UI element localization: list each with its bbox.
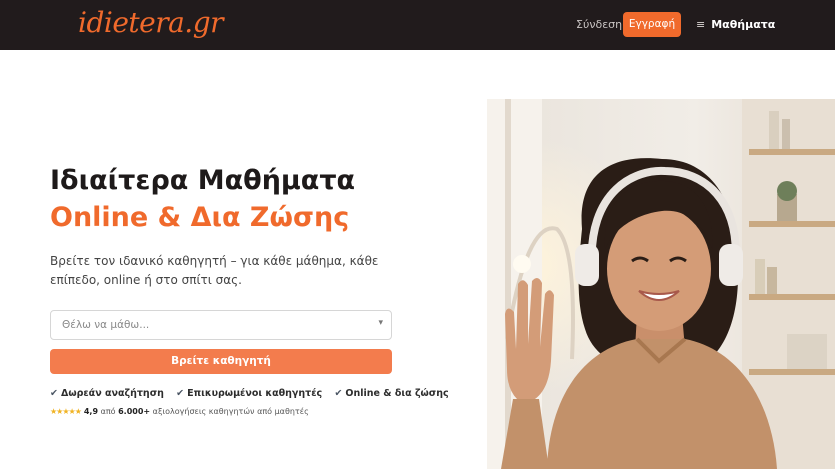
subjects-label: Μαθήματα <box>711 18 776 31</box>
hero-photo-student-headphones <box>487 99 835 469</box>
rating-suffix: αξιολογήσεις καθηγητών από μαθητές <box>152 407 309 416</box>
rating-count: 6.000+ <box>118 407 151 416</box>
hero-subtitle: Βρείτε τον ιδανικό καθηγητή – για κάθε μ… <box>50 254 379 287</box>
site-logo[interactable]: idietera.gr <box>78 6 224 39</box>
check-icon: ✔ <box>176 388 185 399</box>
rating-score: 4,9 <box>83 407 99 416</box>
star-rating-icon: ★★★★★ <box>50 407 82 416</box>
check-icon: ✔ <box>334 388 343 399</box>
register-button[interactable]: Εγγραφή <box>623 12 681 37</box>
feature-item: ✔ Δωρεάν αναζήτηση <box>50 388 164 399</box>
check-icon: ✔ <box>50 388 58 399</box>
rating-from: από <box>100 407 116 416</box>
student-illustration <box>487 99 835 469</box>
login-link[interactable]: Σύνδεση <box>576 18 622 31</box>
subject-select[interactable]: Θέλω να μάθω... ▾ <box>50 310 392 340</box>
top-navbar: idietera.gr Σύνδεση Εγγραφή ≡ Μαθήματα <box>0 0 835 50</box>
menu-icon: ≡ <box>696 18 706 31</box>
hero-title: Ιδιαίτερα Μαθήματα <box>50 165 356 196</box>
hero-title-accent: Online & Δια Ζώσης <box>50 202 350 233</box>
subjects-menu[interactable]: ≡ Μαθήματα <box>696 18 775 31</box>
feature-list: ✔ Δωρεάν αναζήτηση ✔ Επικυρωμένοι καθηγητέ… <box>50 388 458 399</box>
feature-item: ✔ Online & δια ζώσης <box>334 388 449 399</box>
feature-item: ✔ Επικυρωμένοι καθηγητές <box>176 388 323 399</box>
dropdown-arrow-icon: ▾ <box>378 318 383 328</box>
subject-select-placeholder: Θέλω να μάθω... <box>62 319 150 331</box>
find-teacher-button[interactable]: Βρείτε καθηγητή <box>50 349 392 374</box>
rating-summary: ★★★★★ 4,9 από 6.000+ αξιολογήσεις καθηγητ… <box>50 407 309 416</box>
